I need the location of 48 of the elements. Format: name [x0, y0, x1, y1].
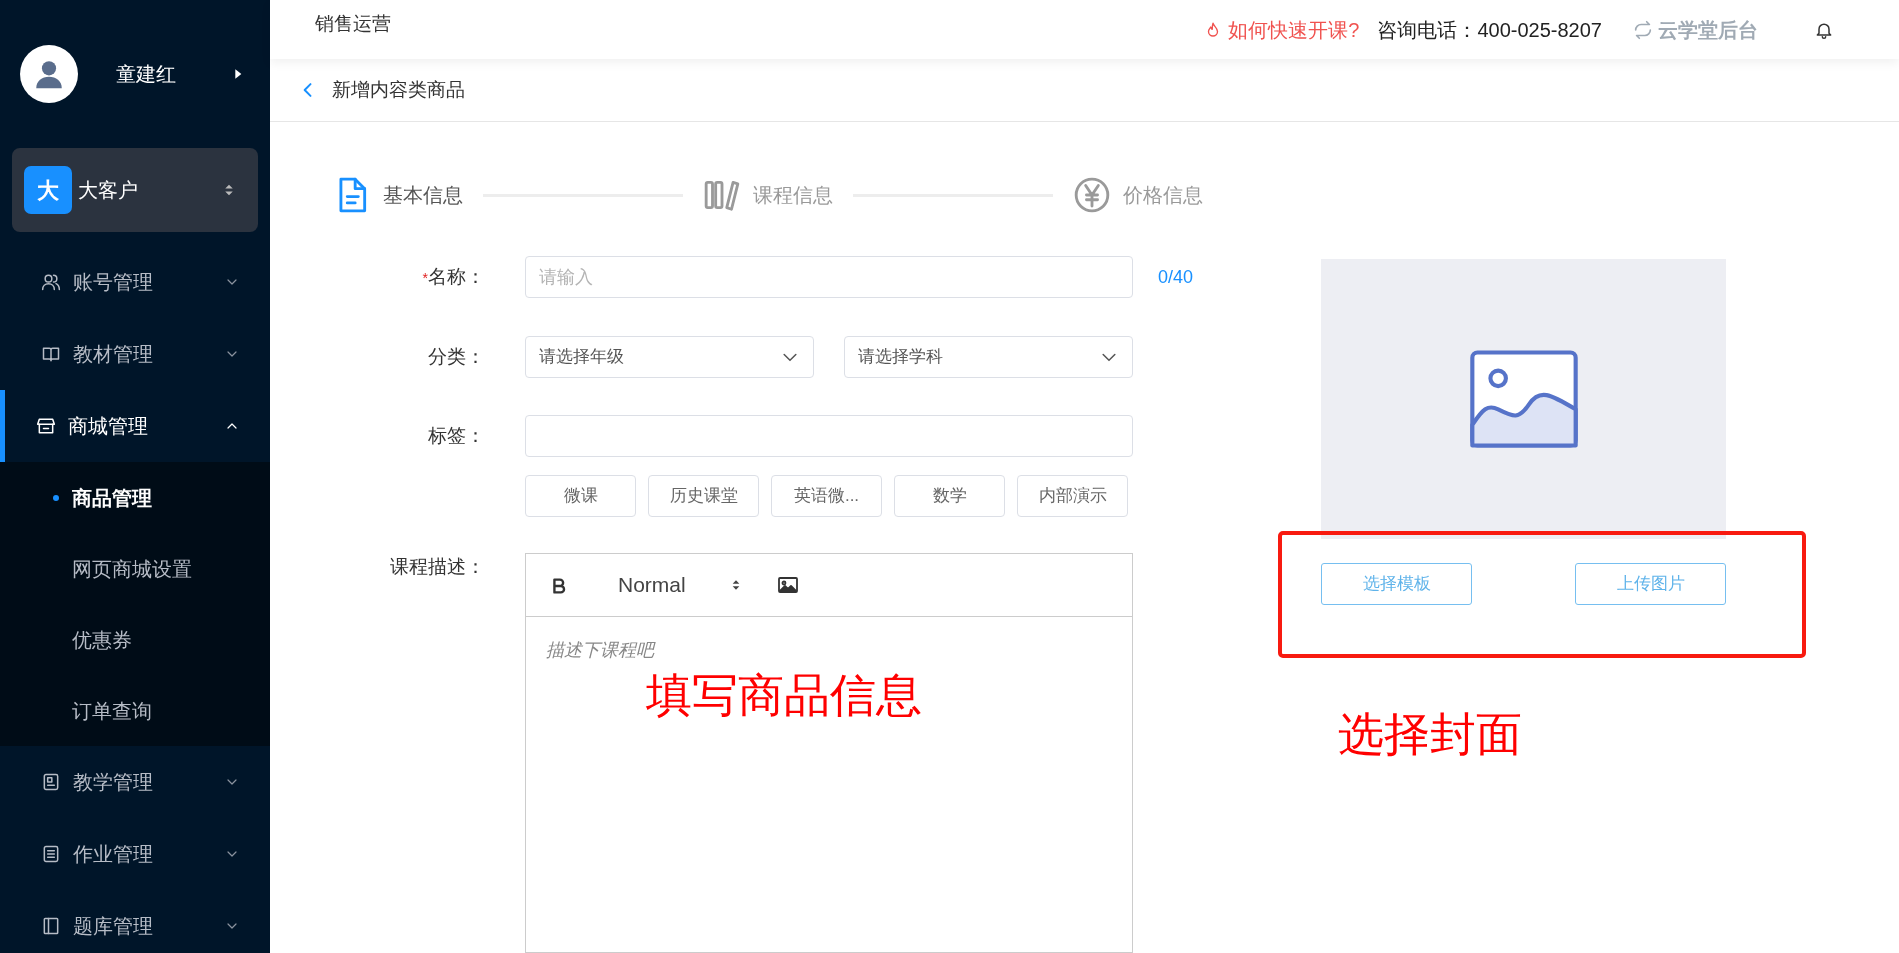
submenu-item[interactable]: 订单查询 — [0, 675, 270, 746]
select-field[interactable]: 请选择学科 — [844, 336, 1133, 378]
brand-name: 云学堂后台 — [1658, 17, 1758, 43]
field-label: 分类： — [427, 345, 485, 369]
menu-item[interactable]: 教学管理 — [0, 746, 270, 818]
people-icon — [41, 272, 61, 292]
character-counter: 0/40 — [1158, 266, 1194, 289]
submenu-item[interactable]: 商品管理 — [0, 462, 270, 533]
menu-item[interactable]: 题库管理 — [0, 890, 270, 953]
board-icon — [41, 772, 61, 792]
account-switcher[interactable]: 大 大客户 — [12, 148, 258, 232]
app-title: 销售运营 — [315, 12, 392, 37]
account-badge: 大 — [24, 166, 72, 214]
book-icon — [41, 344, 61, 364]
yen-icon — [1073, 176, 1111, 214]
tag-option[interactable]: 数学 — [894, 475, 1005, 517]
user-name: 童建红 — [116, 62, 177, 87]
tag-option[interactable]: 内部演示 — [1017, 475, 1128, 517]
name-input[interactable]: 请输入 — [525, 256, 1133, 298]
format-select[interactable]: Normal — [618, 569, 744, 601]
page-title: 新增内容类商品 — [332, 77, 465, 102]
help-link[interactable]: 如何快速开课? — [1228, 14, 1360, 45]
step-tab[interactable]: 基本信息 — [333, 176, 463, 214]
menu-item[interactable]: 教材管理 — [0, 318, 270, 390]
tag-option[interactable]: 微课 — [525, 475, 636, 517]
account-name: 大客户 — [78, 178, 139, 203]
annotation-text: 填写商品信息 — [646, 672, 922, 718]
field-label: 课程描述： — [389, 555, 485, 579]
phone-number: 咨询电话：400-025-8207 — [1377, 17, 1602, 43]
menu-item[interactable]: 作业管理 — [0, 818, 270, 890]
field-label: 名称： — [428, 266, 485, 287]
tag-option[interactable]: 英语微... — [771, 475, 882, 517]
annotation-text: 选择封面 — [1338, 711, 1523, 757]
description-editor[interactable]: 描述下课程吧 填写商品信息 — [526, 617, 1132, 947]
tag-option[interactable]: 历史课堂 — [648, 475, 759, 517]
submenu-item[interactable]: 网页商城设置 — [0, 533, 270, 604]
field-label: 标签： — [427, 424, 485, 448]
book-icon — [41, 916, 61, 936]
editor-placeholder: 描述下课程吧 — [546, 640, 654, 660]
tag-input[interactable] — [525, 415, 1133, 457]
menu-item[interactable]: 账号管理 — [0, 246, 270, 318]
submenu-item[interactable]: 优惠券 — [0, 604, 270, 675]
cover-image-placeholder[interactable] — [1321, 259, 1726, 539]
list-icon — [41, 844, 61, 864]
switch-icon — [1632, 18, 1654, 41]
shop-icon — [36, 416, 56, 436]
required-mark: * — [422, 270, 428, 286]
select-field[interactable]: 请选择年级 — [525, 336, 814, 378]
